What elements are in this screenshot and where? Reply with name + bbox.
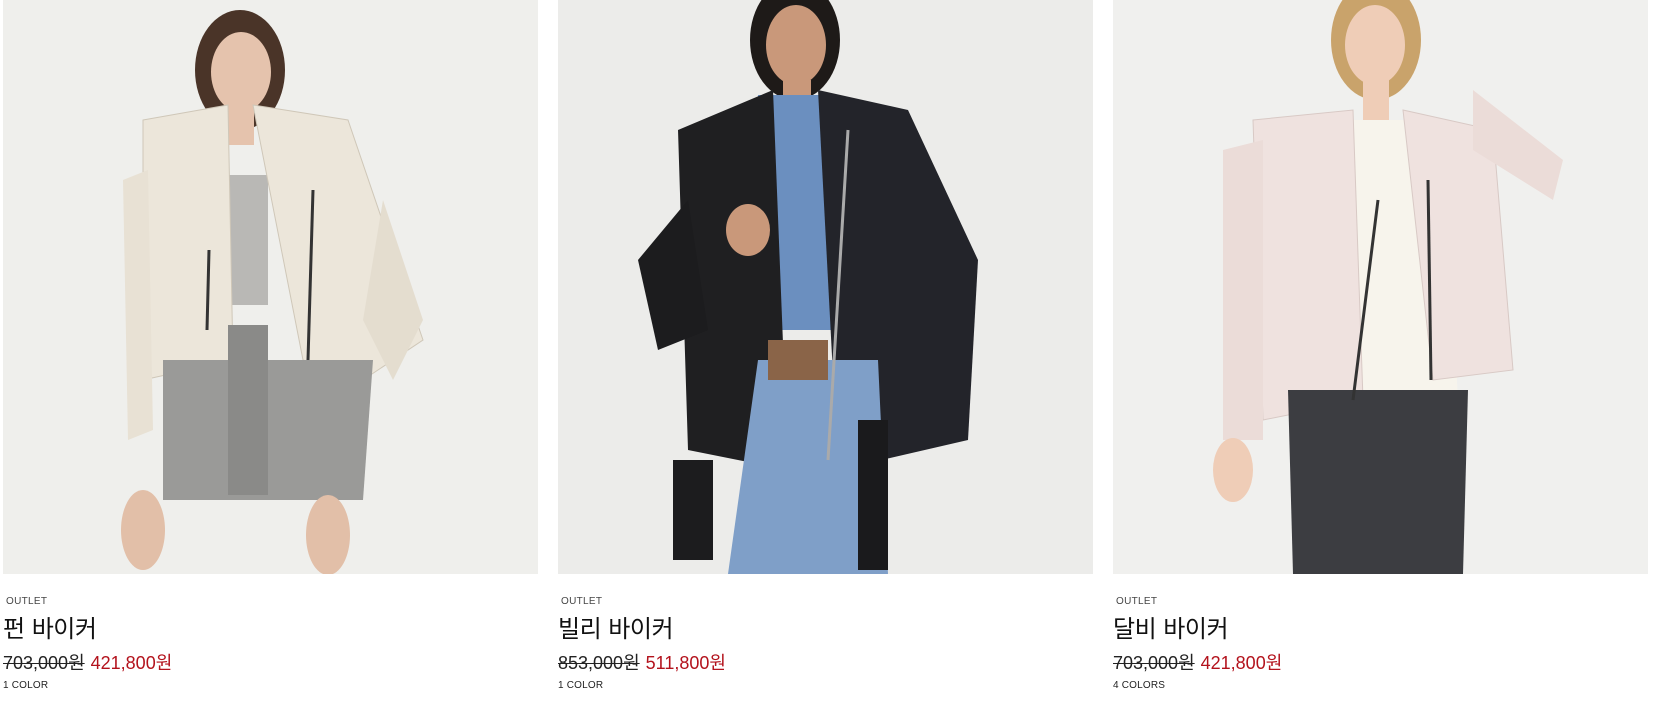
product-name[interactable]: 펀 바이커 (3, 614, 538, 644)
price-row: 703,000원 421,800원 (1113, 650, 1648, 676)
model-photo (1113, 0, 1648, 574)
jacket-left (1252, 109, 1364, 421)
product-info: OUTLET 빌리 바이커 853,000원 511,800원 1 COLOR (558, 596, 1093, 691)
product-grid: OUTLET 펀 바이커 703,000원 421,800원 1 COLOR O… (0, 0, 1653, 709)
product-image[interactable] (1113, 0, 1648, 574)
outlet-badge: OUTLET (1116, 596, 1158, 607)
product-card[interactable]: OUTLET 펀 바이커 703,000원 421,800원 1 COLOR (3, 0, 538, 709)
color-count[interactable]: 1 COLOR (558, 680, 1093, 691)
product-name[interactable]: 달비 바이커 (1113, 614, 1648, 644)
sale-price: 421,800원 (90, 653, 173, 673)
sale-price: 511,800원 (645, 653, 726, 673)
model-photo (558, 0, 1093, 574)
product-image[interactable] (3, 0, 538, 574)
color-count[interactable]: 1 COLOR (3, 680, 538, 691)
product-info: OUTLET 달비 바이커 703,000원 421,800원 4 COLORS (1113, 596, 1648, 691)
product-image[interactable] (558, 0, 1093, 574)
price-row: 703,000원 421,800원 (3, 650, 538, 676)
model-photo (3, 0, 538, 574)
outlet-badge: OUTLET (6, 596, 48, 607)
original-price: 703,000원 (3, 653, 85, 673)
color-count[interactable]: 4 COLORS (1113, 680, 1648, 691)
product-card[interactable]: OUTLET 빌리 바이커 853,000원 511,800원 1 COLOR (558, 0, 1093, 709)
original-price: 703,000원 (1113, 653, 1195, 673)
original-price: 853,000원 (558, 653, 640, 673)
product-name[interactable]: 빌리 바이커 (558, 614, 1093, 644)
outlet-badge: OUTLET (561, 596, 603, 607)
jacket-left (142, 104, 234, 381)
product-card[interactable]: OUTLET 달비 바이커 703,000원 421,800원 4 COLORS (1113, 0, 1648, 709)
sale-price: 421,800원 (1200, 653, 1283, 673)
product-info: OUTLET 펀 바이커 703,000원 421,800원 1 COLOR (3, 596, 538, 691)
price-row: 853,000원 511,800원 (558, 650, 1093, 676)
